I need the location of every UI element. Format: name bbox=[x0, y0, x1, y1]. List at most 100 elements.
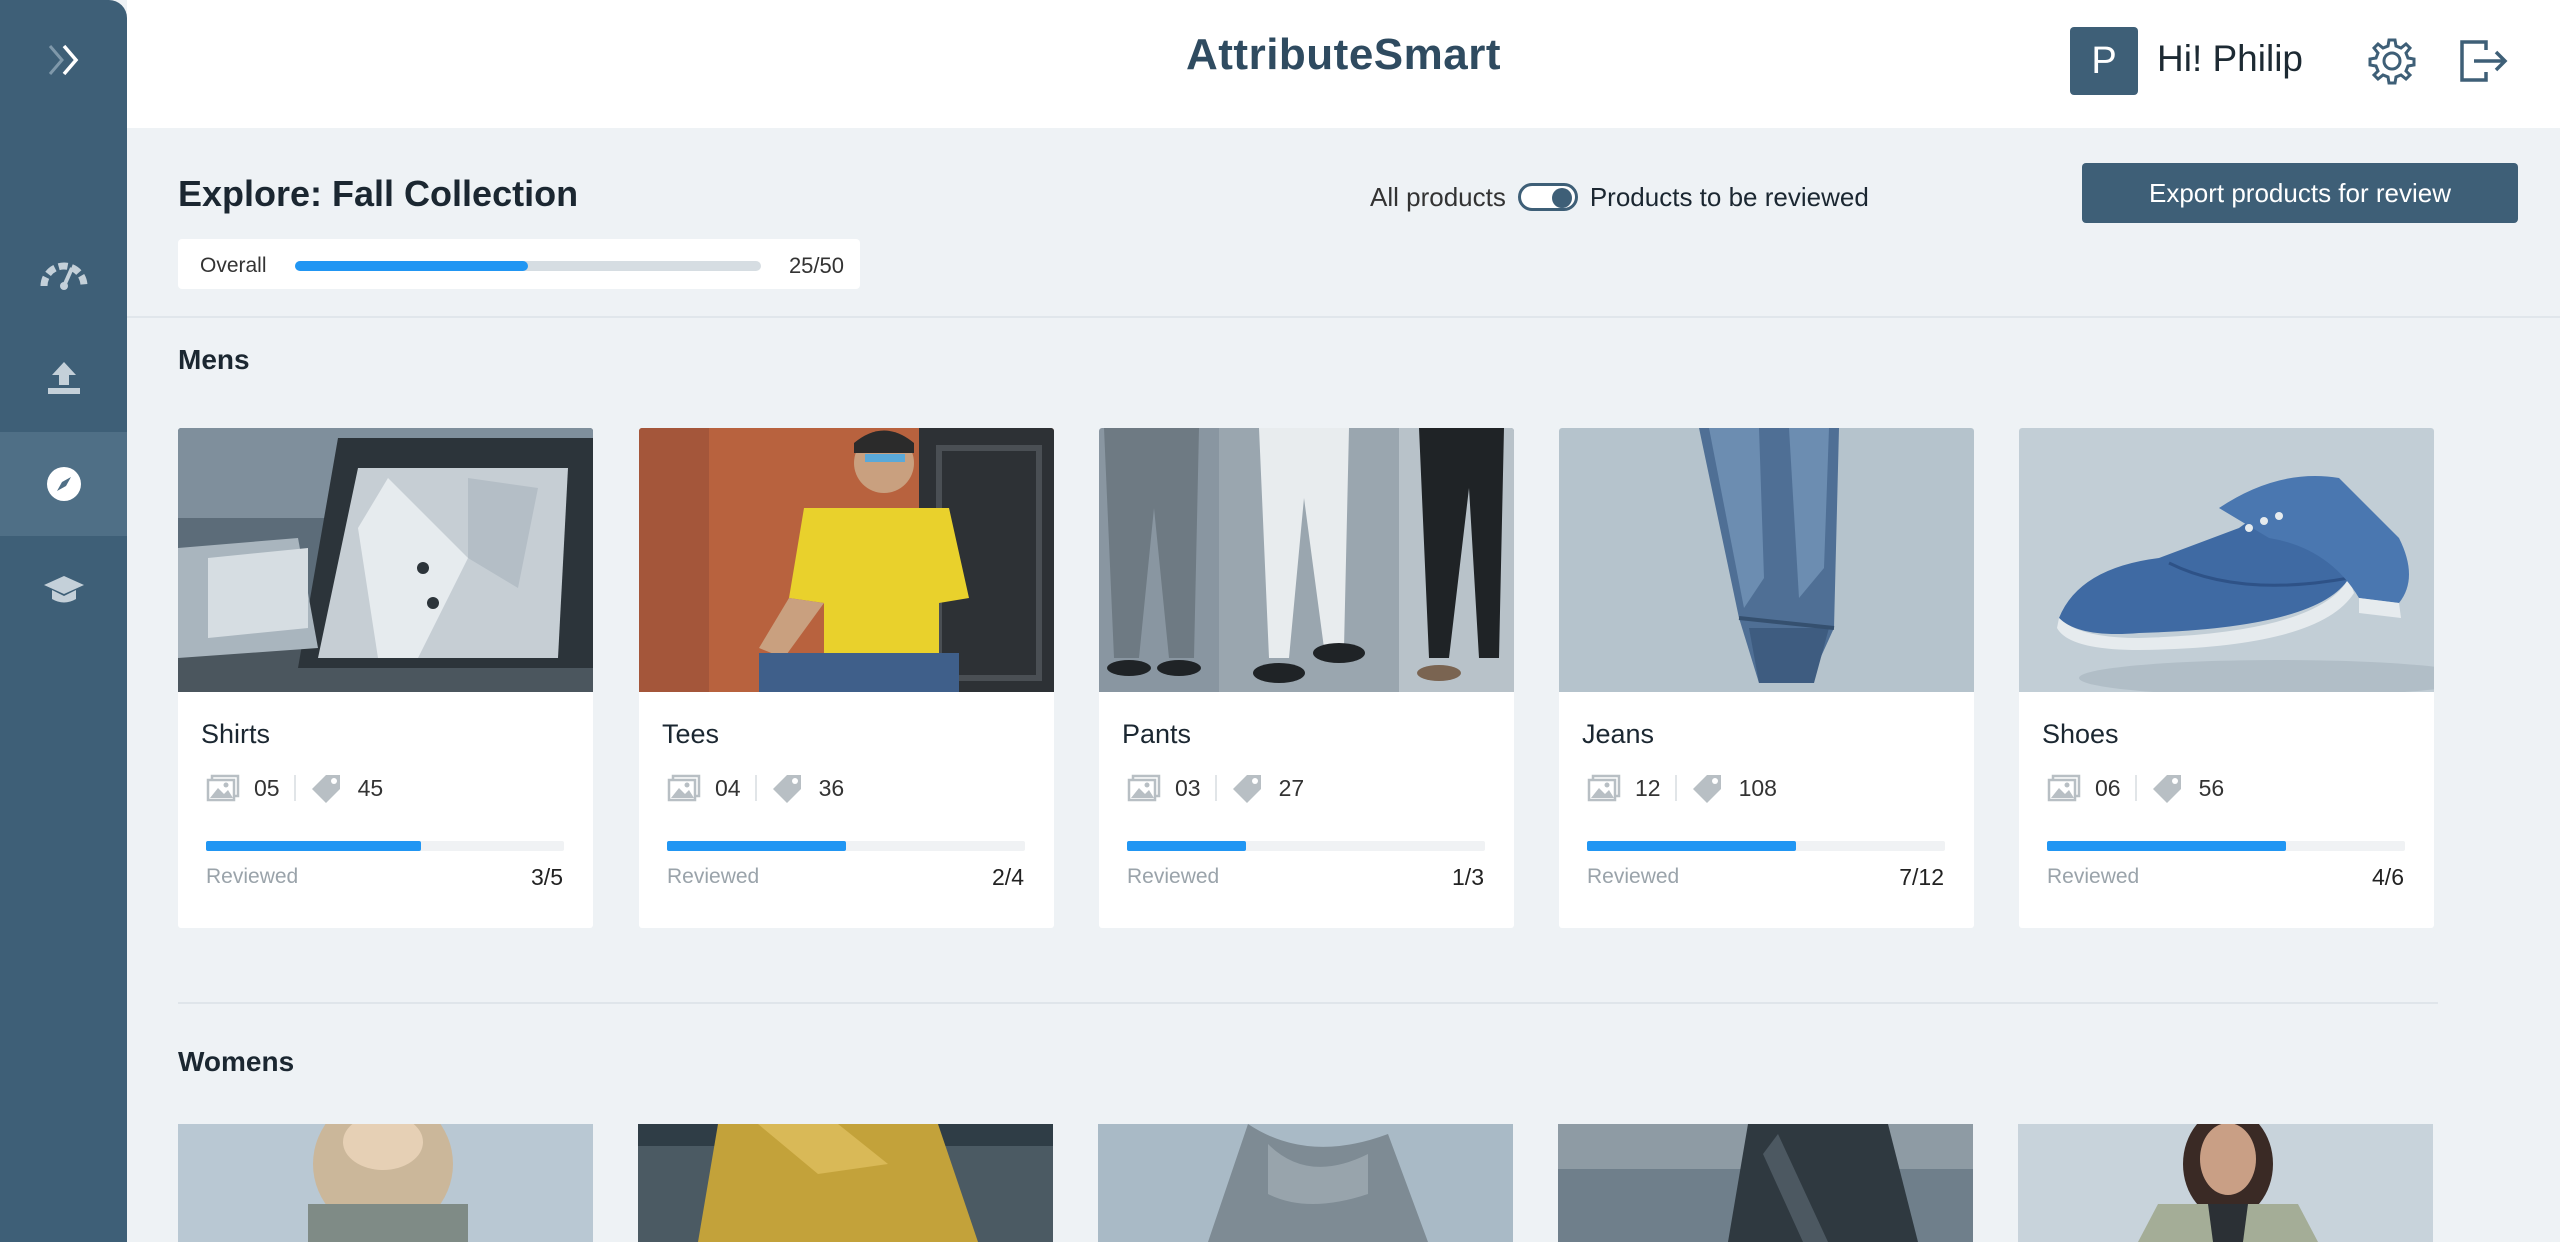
category-meta: 06 56 bbox=[2047, 773, 2224, 803]
section-title-mens: Mens bbox=[178, 344, 250, 375]
meta-separator bbox=[1674, 775, 1677, 801]
toggle-knob bbox=[1551, 188, 1572, 208]
review-progress-track bbox=[1587, 841, 1945, 851]
reviewed-count: 1/3 bbox=[1452, 864, 1484, 890]
category-card-womens[interactable] bbox=[2018, 1124, 2433, 1242]
reviewed-label: Reviewed bbox=[667, 865, 760, 888]
section-title-womens: Womens bbox=[178, 1046, 295, 1077]
sidebar-item-dashboard[interactable] bbox=[0, 220, 127, 324]
category-card-jeans[interactable]: Jeans 12 108 Reviewed 7/12 bbox=[1559, 428, 1974, 928]
overall-progress: Overall 25/50 bbox=[178, 239, 860, 289]
tag-count: 108 bbox=[1738, 774, 1777, 801]
image-count: 03 bbox=[1175, 774, 1201, 801]
category-image bbox=[178, 428, 593, 692]
image-icon bbox=[1127, 774, 1161, 802]
tag-count: 27 bbox=[1278, 774, 1305, 801]
review-progress-fill bbox=[2047, 841, 2286, 851]
category-card-womens[interactable] bbox=[1098, 1124, 1513, 1242]
sidebar-item-explore[interactable] bbox=[0, 432, 127, 536]
image-icon bbox=[206, 774, 240, 802]
page-header: Explore: Fall Collection Overall 25/50 A… bbox=[127, 128, 2560, 318]
image-count: 06 bbox=[2095, 774, 2121, 801]
top-header: AttributeSmart P Hi! Philip bbox=[127, 0, 2560, 128]
category-meta: 03 27 bbox=[1127, 773, 1304, 803]
review-progress-fill bbox=[1587, 841, 1796, 851]
gear-icon[interactable] bbox=[2364, 33, 2420, 89]
all-products-label[interactable]: All products bbox=[1370, 182, 1506, 213]
tag-count: 56 bbox=[2198, 774, 2225, 801]
reviewed-label: Reviewed bbox=[2047, 865, 2140, 888]
category-name: Pants bbox=[1122, 719, 1192, 749]
category-name: Shirts bbox=[201, 719, 271, 749]
category-meta: 05 45 bbox=[206, 773, 383, 803]
reviewed-label: Reviewed bbox=[1587, 865, 1680, 888]
reviewed-count: 3/5 bbox=[531, 864, 563, 890]
tag-count: 45 bbox=[357, 774, 384, 801]
compass-icon bbox=[46, 467, 81, 501]
overall-count: 25/50 bbox=[788, 253, 844, 278]
page-title: Explore: Fall Collection bbox=[178, 173, 579, 214]
avatar[interactable]: P bbox=[2070, 27, 2138, 95]
sidebar bbox=[0, 0, 127, 1242]
overall-label: Overall bbox=[200, 254, 267, 277]
tag-count: 36 bbox=[818, 774, 845, 801]
category-name: Jeans bbox=[1582, 719, 1655, 749]
export-products-button[interactable]: Export products for review bbox=[2082, 163, 2518, 223]
category-card-tees[interactable]: Tees 04 36 Reviewed 2/4 bbox=[639, 428, 1054, 928]
category-card-pants[interactable]: Pants 03 27 Reviewed 1/3 bbox=[1099, 428, 1514, 928]
image-count: 12 bbox=[1635, 774, 1661, 801]
review-filter-toggle[interactable] bbox=[1517, 183, 1578, 211]
meta-separator bbox=[754, 775, 757, 801]
review-progress-track bbox=[667, 841, 1025, 851]
meta-separator bbox=[2134, 775, 2137, 801]
tag-icon bbox=[2152, 775, 2181, 803]
review-progress-track bbox=[1127, 841, 1485, 851]
tag-icon bbox=[1232, 775, 1261, 803]
category-card-shirts[interactable]: Shirts 05 45 Reviewed 3/5 bbox=[178, 428, 593, 928]
category-image bbox=[1559, 428, 1974, 692]
products-to-review-label[interactable]: Products to be reviewed bbox=[1590, 182, 1869, 213]
overall-progress-track bbox=[295, 261, 761, 271]
review-progress-track bbox=[2047, 841, 2405, 851]
expand-sidebar-icon[interactable] bbox=[34, 36, 94, 84]
review-progress-fill bbox=[667, 841, 846, 851]
category-card-shoes[interactable]: Shoes 06 56 Reviewed 4/6 bbox=[2019, 428, 2434, 928]
review-progress-fill bbox=[206, 841, 421, 851]
tag-icon bbox=[311, 775, 340, 803]
sidebar-item-learn[interactable] bbox=[0, 538, 127, 642]
upload-icon bbox=[47, 362, 80, 394]
review-filter-toggle-group: All products Products to be reviewed bbox=[1370, 179, 1869, 215]
category-image bbox=[2019, 428, 2434, 692]
review-progress-fill bbox=[1127, 841, 1246, 851]
tag-icon bbox=[1692, 775, 1721, 803]
overall-progress-fill bbox=[295, 261, 528, 271]
reviewed-count: 2/4 bbox=[992, 864, 1024, 890]
reviewed-count: 4/6 bbox=[2372, 864, 2404, 890]
user-greeting: Hi! Philip bbox=[2157, 38, 2303, 79]
category-meta: 12 108 bbox=[1587, 773, 1777, 803]
image-icon bbox=[2047, 774, 2081, 802]
category-name: Tees bbox=[662, 719, 720, 749]
category-image bbox=[1099, 428, 1514, 692]
sidebar-item-upload[interactable] bbox=[0, 326, 127, 430]
review-progress-track bbox=[206, 841, 564, 851]
image-count: 05 bbox=[254, 774, 280, 801]
category-card-womens[interactable] bbox=[1558, 1124, 1973, 1242]
image-count: 04 bbox=[715, 774, 741, 801]
category-card-womens[interactable] bbox=[638, 1124, 1053, 1242]
category-name: Shoes bbox=[2042, 719, 2119, 749]
category-meta: 04 36 bbox=[667, 773, 844, 803]
reviewed-label: Reviewed bbox=[206, 865, 299, 888]
category-image bbox=[639, 428, 1054, 692]
tag-icon bbox=[772, 775, 801, 803]
reviewed-count: 7/12 bbox=[1899, 864, 1944, 890]
logout-icon[interactable] bbox=[2455, 33, 2511, 89]
category-card-womens[interactable] bbox=[178, 1124, 593, 1242]
meta-separator bbox=[1214, 775, 1217, 801]
section-divider bbox=[178, 1002, 2438, 1004]
graduation-cap-icon bbox=[43, 576, 84, 603]
dashboard-gauge-icon bbox=[40, 262, 87, 290]
image-icon bbox=[667, 774, 701, 802]
meta-separator bbox=[293, 775, 296, 801]
reviewed-label: Reviewed bbox=[1127, 865, 1220, 888]
